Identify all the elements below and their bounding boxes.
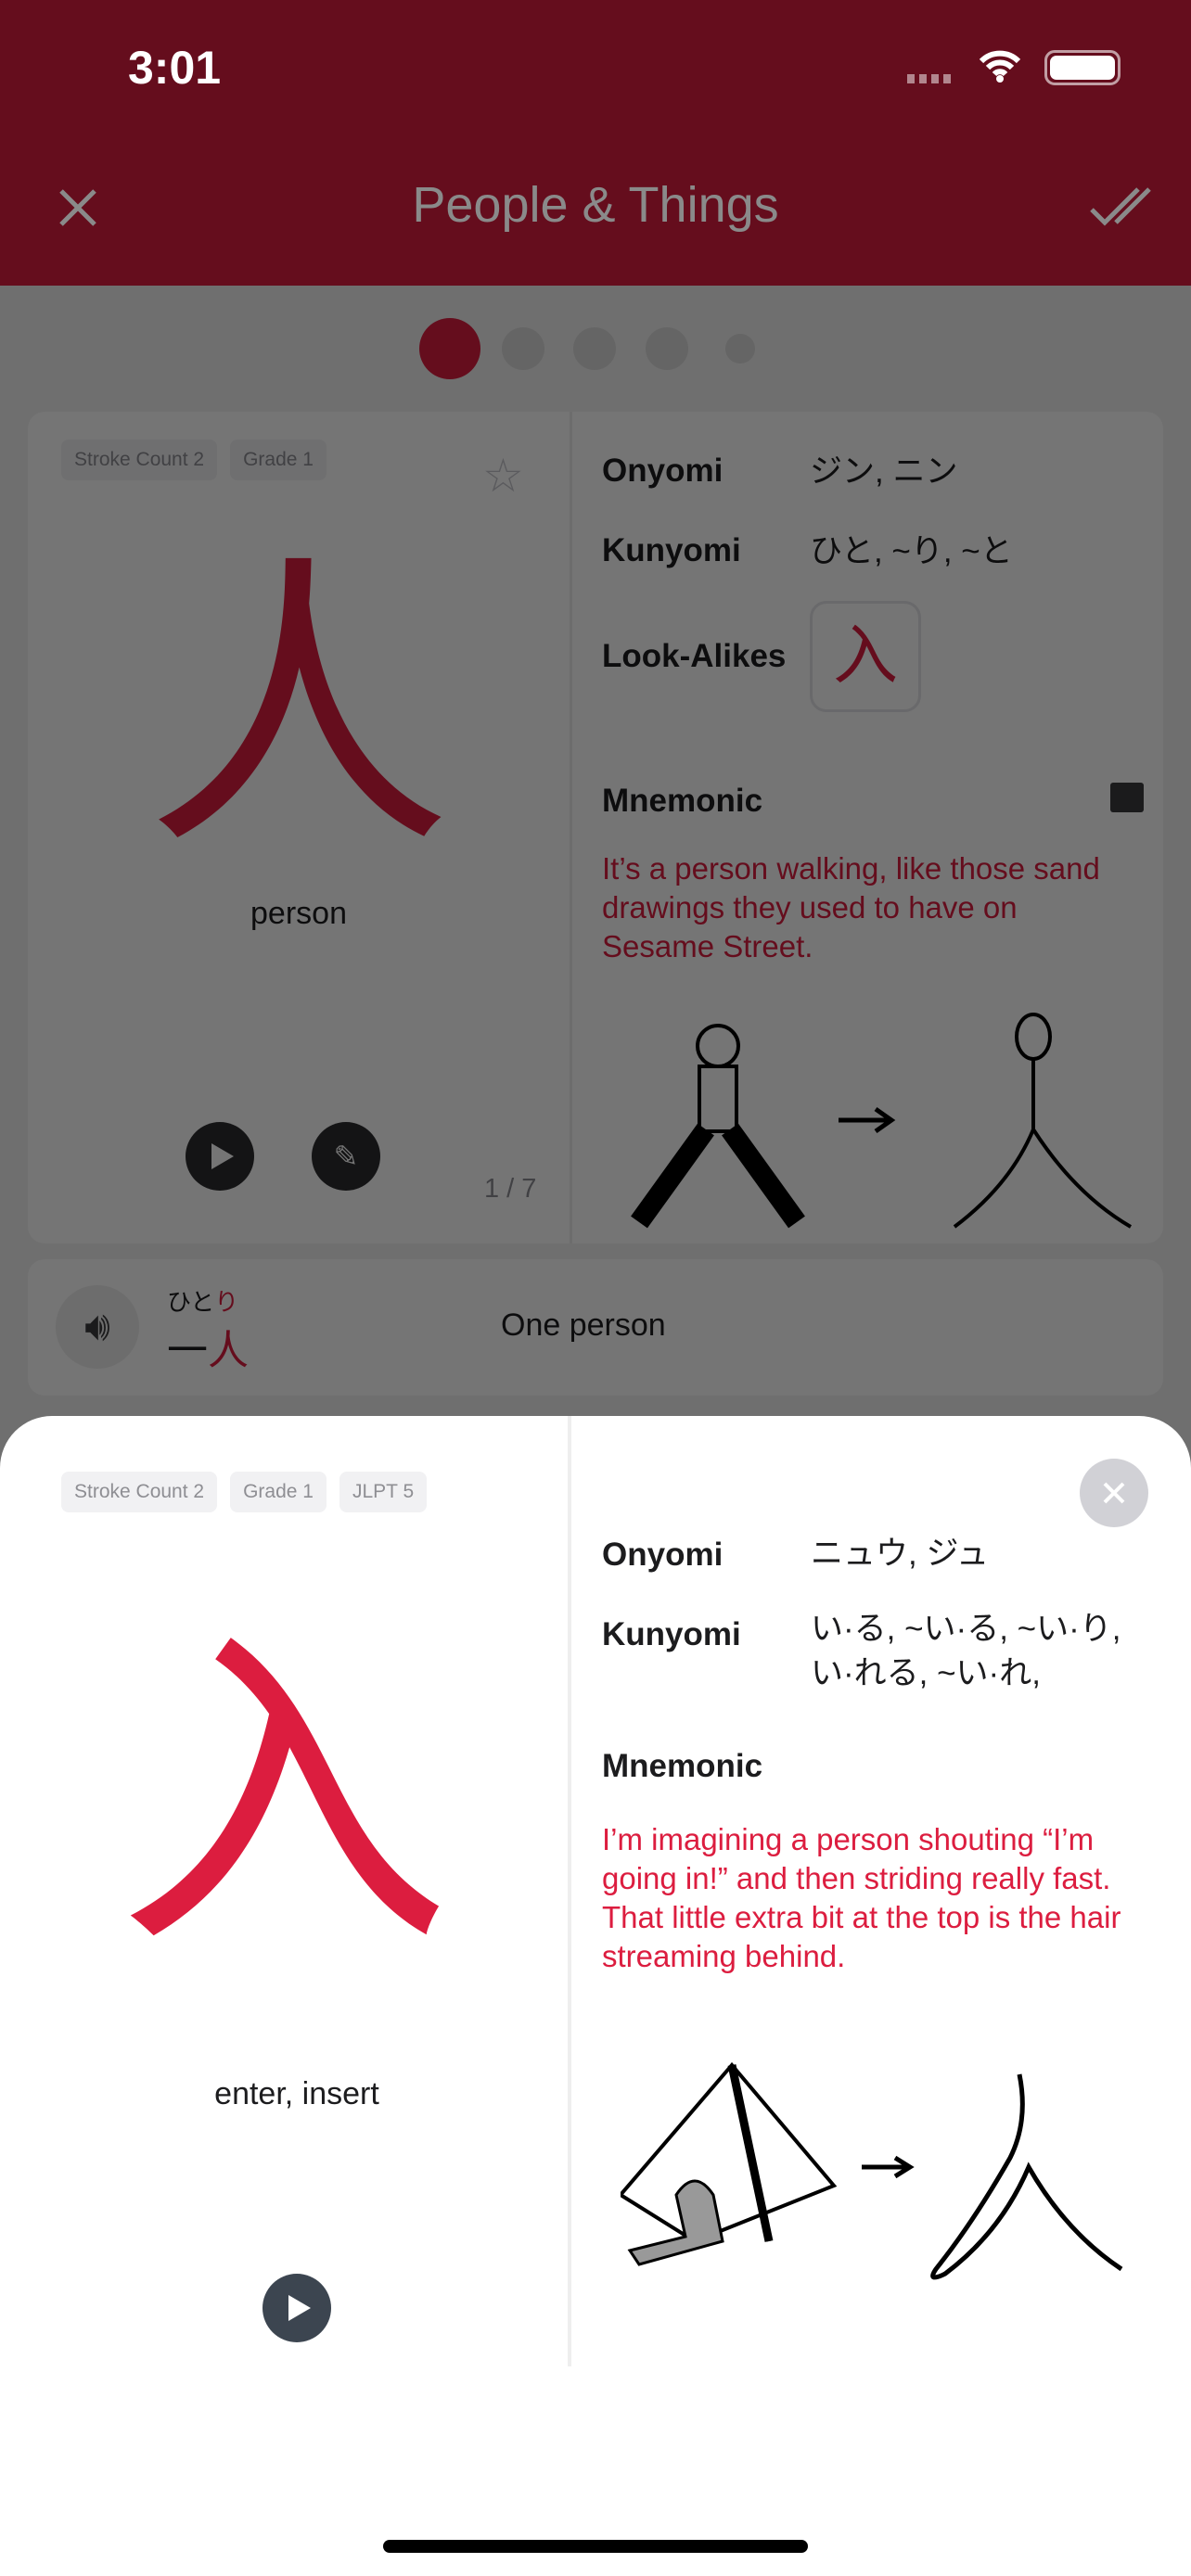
kanji-detail-sheet: Stroke Count 2 Grade 1 JLPT 5 入 enter, ins… [0, 1416, 1191, 2576]
kanji-character: 入 [117, 1601, 451, 1990]
word-highlight: 人 [208, 1328, 249, 1373]
home-indicator[interactable] [383, 2540, 808, 2553]
mnemonic-text: I’m imagining a person shouting “I’m goi… [602, 1822, 1121, 1973]
stroke-order-button[interactable]: ✎ [312, 1122, 380, 1191]
wifi-icon [979, 50, 1021, 83]
battery-icon [1044, 50, 1121, 85]
kanji-character: 人 [146, 530, 452, 886]
page-dot[interactable] [502, 327, 544, 370]
reading-highlight: り [214, 1288, 239, 1316]
chip-row: Stroke Count 2 Grade 1 [61, 440, 339, 480]
divider [568, 1416, 571, 2366]
chip: Grade 1 [230, 1472, 327, 1512]
chip: JLPT 5 [339, 1472, 428, 1512]
chip: Grade 1 [230, 440, 327, 480]
status-time: 3:01 [128, 42, 222, 94]
speaker-icon: 🔊︎ [84, 1304, 110, 1349]
lookalikes-label: Look-Alikes [602, 638, 787, 674]
kanji-card: Stroke Count 2 Grade 1 ☆ 人 person ✎ 1 / 7… [28, 412, 1163, 1243]
double-check-icon[interactable] [1090, 185, 1159, 230]
chip-row: Stroke Count 2 Grade 1 JLPT 5 [61, 1472, 440, 1512]
word-plain: 一 [167, 1328, 208, 1373]
page-title: People & Things [412, 177, 779, 233]
play-button[interactable] [263, 2274, 331, 2342]
kunyomi-value: ひと, ~り, ~と [810, 533, 1013, 569]
close-icon [1103, 1482, 1125, 1504]
speaker-button[interactable]: 🔊︎ [56, 1285, 139, 1369]
close-sheet-button[interactable] [1080, 1459, 1148, 1527]
page-dot[interactable] [646, 327, 688, 370]
onyomi-label: Onyomi [602, 453, 724, 489]
signal-icon [907, 74, 951, 83]
mnemonic-illustration [631, 1013, 1133, 1229]
page-dot[interactable] [725, 334, 755, 363]
onyomi-value: ジン, ニン [810, 453, 958, 490]
page-dot-active[interactable] [419, 318, 480, 379]
flag-icon[interactable] [1110, 783, 1144, 812]
pencil-grid-icon: ✎ [333, 1140, 359, 1173]
kunyomi-value: い·る, ~い·る, ~い·り, い·れる, ~い·れ, [811, 1611, 1121, 1691]
nav-header: 3:01 People & Things [0, 0, 1191, 286]
kanji-meaning: enter, insert [214, 2076, 379, 2111]
onyomi-label: Onyomi [602, 1537, 724, 1573]
star-icon[interactable]: ☆ [482, 449, 524, 503]
mnemonic-label: Mnemonic [602, 1748, 763, 1784]
onyomi-value: ニュウ, ジュ [811, 1536, 989, 1572]
mnemonic-illustration [621, 2061, 1123, 2280]
reading-plain: ひと [167, 1288, 215, 1316]
kunyomi-label: Kunyomi [602, 1616, 741, 1652]
play-button[interactable] [186, 1122, 254, 1191]
chip: Stroke Count 2 [61, 440, 218, 480]
page-dot[interactable] [573, 327, 616, 370]
kanji-meaning: person [250, 896, 347, 931]
chip: Stroke Count 2 [61, 1472, 218, 1512]
play-icon [288, 2295, 311, 2321]
card-counter: 1 / 7 [484, 1174, 537, 1204]
play-icon [211, 1143, 234, 1169]
translation: One person [501, 1307, 666, 1343]
kunyomi-label: Kunyomi [602, 532, 741, 568]
mnemonic-text: It’s a person walking, like those sand d… [602, 851, 1100, 963]
example-word-row[interactable]: 🔊︎ ひとり 一人 One person [28, 1259, 1163, 1396]
divider [570, 412, 572, 1243]
mnemonic-label: Mnemonic [602, 783, 763, 819]
lookalike-kanji-button[interactable]: 入 [810, 601, 921, 712]
